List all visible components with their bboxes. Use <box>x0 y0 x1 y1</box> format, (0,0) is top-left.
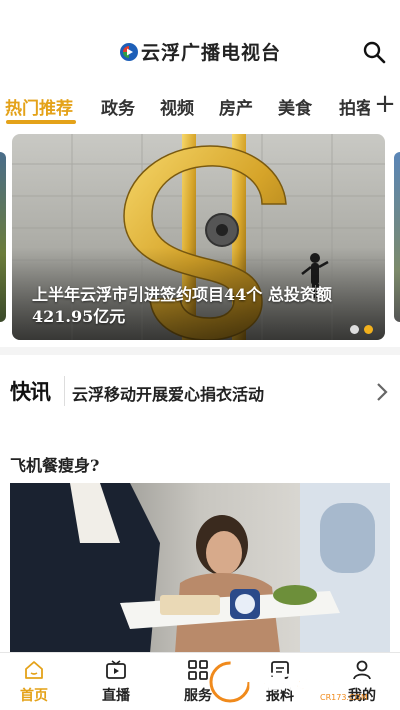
add-channel-button[interactable]: + <box>370 86 400 124</box>
chevron-right-icon[interactable] <box>376 382 388 402</box>
home-icon <box>25 661 43 679</box>
logo-icon <box>119 43 138 61</box>
app-logo: 云浮广播电视台 <box>0 38 400 65</box>
active-tab-indicator <box>6 120 76 124</box>
app-header: 云浮广播电视台 <box>0 0 400 86</box>
watermark-text: 西西软件园 <box>248 670 343 693</box>
nav-live[interactable]: 直播 <box>86 659 146 705</box>
tab-reporter[interactable]: 拍客 <box>339 94 373 119</box>
nav-live-label: 直播 <box>102 688 130 704</box>
banner-slide[interactable]: 上半年云浮市引进签约项目44个 总投资额421.95亿元 <box>12 134 385 340</box>
tab-property[interactable]: 房产 <box>219 94 253 119</box>
banner-carousel[interactable]: 上半年云浮市引进签约项目44个 总投资额421.95亿元 <box>0 134 400 342</box>
tab-government[interactable]: 政务 <box>101 94 135 119</box>
news-flash-logo: 快讯 <box>10 380 51 404</box>
nav-home[interactable]: 首页 <box>4 659 64 705</box>
watermark-sub: CR173.COM <box>320 693 368 702</box>
article-image[interactable] <box>10 483 390 653</box>
banner-caption: 上半年云浮市引进签约项目44个 总投资额421.95亿元 <box>32 285 332 326</box>
carousel-dot[interactable] <box>350 325 359 334</box>
search-icon[interactable] <box>362 40 386 64</box>
section-divider <box>0 347 400 355</box>
tab-hot[interactable]: 热门推荐 <box>5 94 73 119</box>
article-title[interactable]: 飞机餐瘦身? <box>10 452 99 476</box>
news-flash-headline[interactable]: 云浮移动开展爱心捐衣活动 <box>72 381 264 405</box>
carousel-dot-active[interactable] <box>364 325 373 334</box>
next-slide-peek[interactable] <box>394 152 400 322</box>
tv-icon <box>106 660 126 679</box>
carousel-pagination <box>345 319 373 338</box>
tab-video[interactable]: 视频 <box>160 94 194 119</box>
site-watermark: 西西软件园 CR173.COM <box>208 660 368 704</box>
app-title: 云浮广播电视台 <box>140 42 281 64</box>
channel-tabs: 热门推荐 政务 视频 房产 美食 拍客 + <box>0 86 400 124</box>
tab-food[interactable]: 美食 <box>278 94 312 119</box>
news-flash-divider <box>64 376 65 406</box>
grid-icon <box>188 660 208 680</box>
previous-slide-peek[interactable] <box>0 152 6 322</box>
news-flash-bar[interactable]: 快讯 云浮移动开展爱心捐衣活动 <box>0 370 400 416</box>
nav-home-label: 首页 <box>20 688 48 704</box>
